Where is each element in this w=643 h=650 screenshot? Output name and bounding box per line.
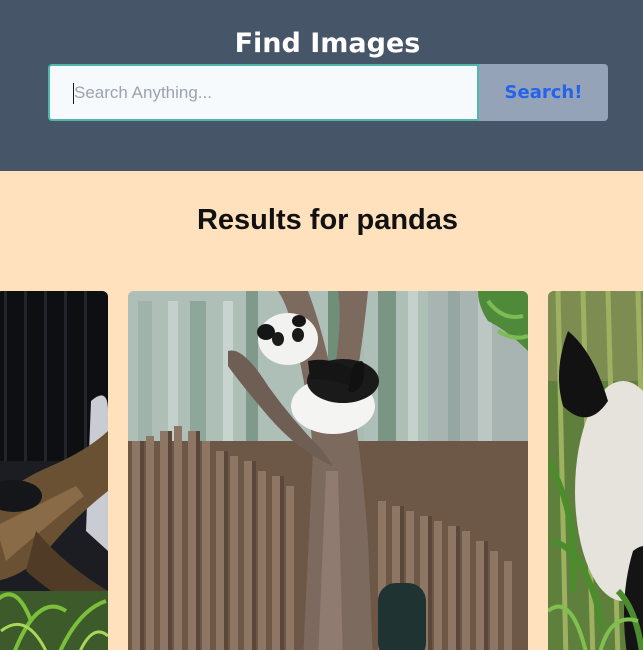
panda-bamboo-image bbox=[548, 291, 643, 650]
panda-tree-image bbox=[128, 291, 528, 650]
search-button[interactable]: Search! bbox=[479, 64, 608, 121]
panda-log-image bbox=[0, 291, 108, 650]
page-title: Find Images bbox=[234, 28, 421, 59]
result-image-card[interactable] bbox=[0, 291, 108, 650]
results-heading: Results for pandas bbox=[196, 204, 459, 236]
text-caret bbox=[73, 83, 74, 104]
result-image-card[interactable] bbox=[548, 291, 643, 650]
result-image-card[interactable] bbox=[128, 291, 528, 650]
header: Find Images Search! bbox=[0, 0, 643, 171]
search-input[interactable] bbox=[48, 64, 479, 121]
